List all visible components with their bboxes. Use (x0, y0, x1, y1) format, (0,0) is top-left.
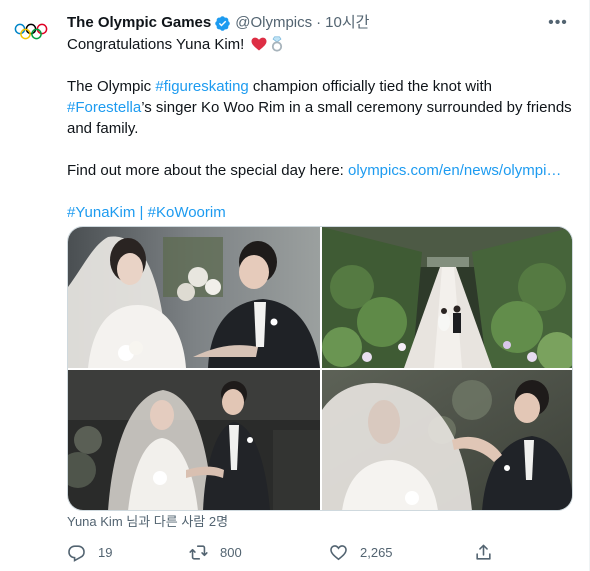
hashtag-kowoorim[interactable]: #KoWoorim (148, 204, 226, 221)
reply-icon (68, 544, 85, 562)
like-icon (330, 544, 347, 560)
photo-2[interactable] (322, 227, 572, 368)
share-button[interactable] (474, 543, 505, 562)
tweet[interactable]: The Olympic Games @Olympics · 10시간 ••• C… (0, 0, 590, 571)
article-link[interactable]: olympics.com/en/news/olympi… (348, 162, 561, 179)
like-count: 2,265 (360, 544, 393, 560)
heart-emoji-icon (251, 36, 267, 51)
tweet-paragraph-link: Find out more about the special day here… (67, 160, 577, 181)
retweet-icon (189, 544, 208, 560)
photo-tags[interactable]: Yuna Kim 님과 다른 사람 2명 (67, 514, 228, 530)
hashtag-yunakim[interactable]: #YunaKim (67, 204, 135, 221)
tweet-paragraph-main: The Olympic #figureskating champion offi… (67, 76, 577, 139)
ring-emoji-icon (270, 36, 284, 52)
verified-badge-icon (214, 15, 231, 32)
photo-3[interactable] (68, 370, 320, 510)
text-segment: The Olympic (67, 78, 156, 95)
tweet-line-congrats: Congratulations Yuna Kim! (67, 34, 577, 55)
handle[interactable]: @Olympics (235, 13, 312, 33)
hashtag-figureskating[interactable]: #figureskating (155, 78, 248, 95)
tweet-text: Congratulations Yuna Kim! The Olympic #f… (67, 34, 577, 223)
like-button[interactable]: 2,265 (329, 543, 393, 562)
text-segment: Find out more about the special day here… (67, 162, 349, 179)
olympic-rings-icon[interactable] (14, 22, 48, 42)
share-icon (476, 544, 491, 560)
photo-1[interactable] (68, 227, 320, 368)
timestamp[interactable]: 10시간 (325, 13, 369, 33)
reply-button[interactable]: 19 (67, 543, 112, 562)
display-name[interactable]: The Olympic Games (67, 13, 211, 33)
action-bar: 19 800 2,265 (67, 540, 497, 564)
photo-4[interactable] (322, 370, 572, 510)
more-icon[interactable]: ••• (547, 12, 569, 34)
tweet-header: The Olympic Games @Olympics · 10시간 ••• (67, 12, 569, 34)
reply-count: 19 (98, 544, 113, 560)
text-segment: ’s singer Ko Woo Rim in a small ceremony… (67, 99, 572, 137)
congrats-text: Congratulations Yuna Kim! (67, 36, 245, 53)
hashtag-forestella[interactable]: #Forestella (67, 99, 141, 116)
retweet-count: 800 (220, 544, 242, 560)
retweet-button[interactable]: 800 (189, 543, 242, 562)
tweet-hashtags: #YunaKim | #KoWoorim (67, 202, 577, 223)
text-segment: champion officially tied the knot with (248, 78, 492, 95)
separator: · (316, 14, 322, 31)
hashtag-separator: | (135, 204, 148, 221)
media-grid (67, 226, 573, 511)
